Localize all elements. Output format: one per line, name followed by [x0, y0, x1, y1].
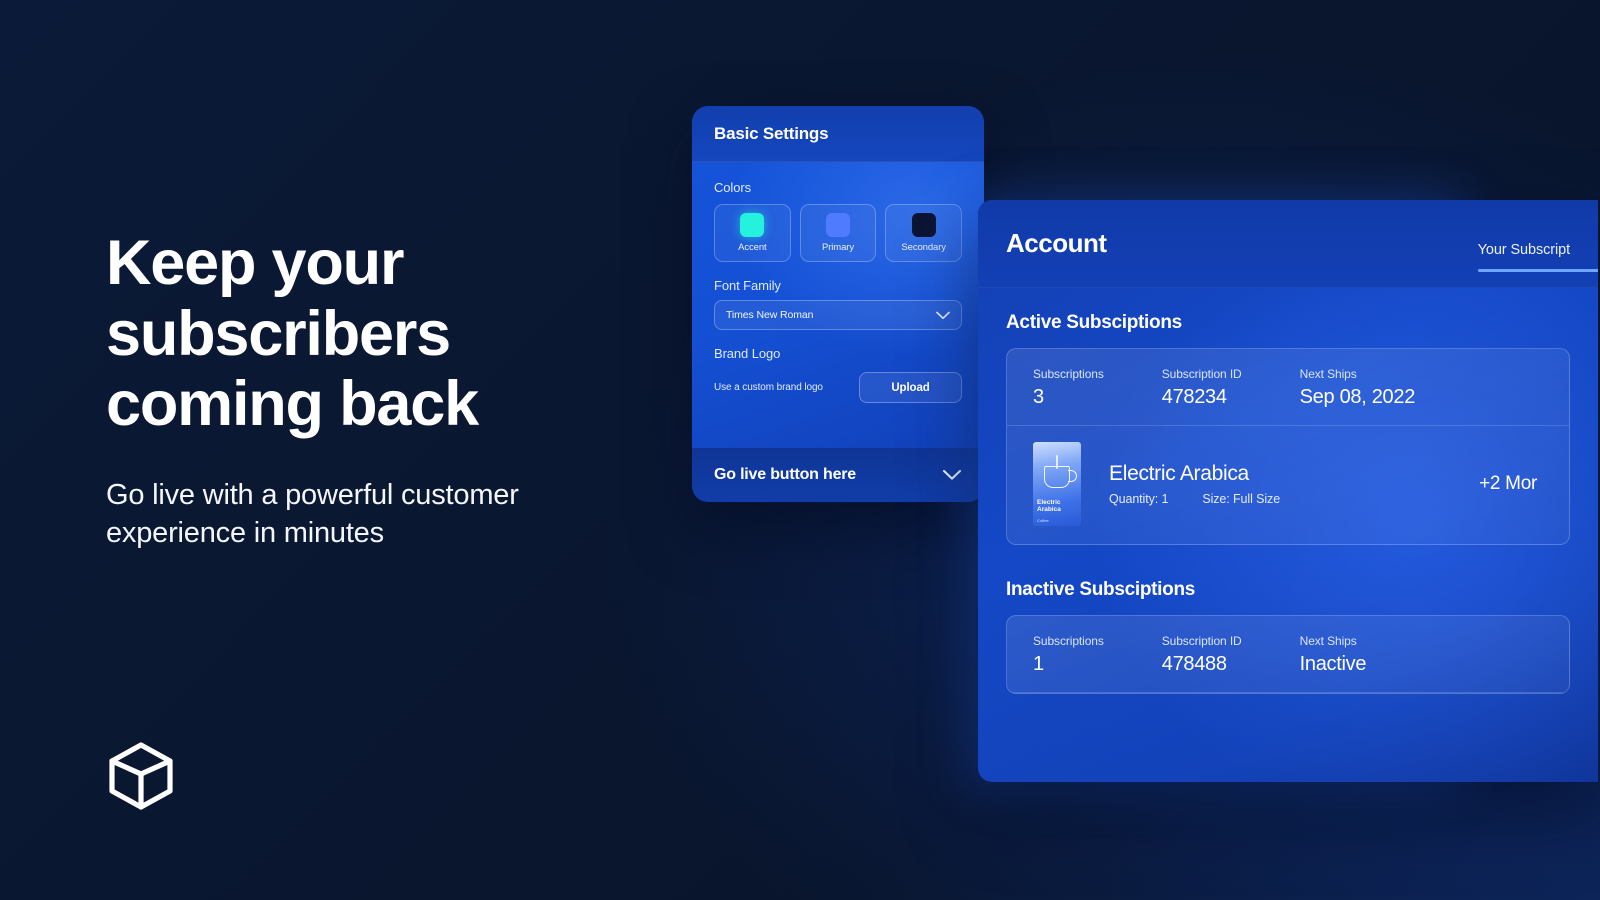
- headline-line-3: coming back: [106, 369, 479, 440]
- hero-copy: Keep your subscribers coming back Go liv…: [106, 228, 666, 553]
- font-family-select[interactable]: Times New Roman: [714, 300, 962, 330]
- product-thumbnail: Electric Arabica Coffee: [1033, 442, 1081, 526]
- brand-logo-hint: Use a custom brand logo: [714, 382, 823, 393]
- chevron-down-icon: [942, 469, 962, 481]
- meta-subscription-id-inactive: Subscription ID 478488: [1162, 634, 1242, 676]
- colors-section-label: Colors: [714, 180, 751, 195]
- meta-next-ships-inactive: Next Ships Inactive: [1300, 634, 1367, 676]
- inactive-subscriptions-heading: Inactive Subsciptions: [1006, 579, 1196, 600]
- go-live-accordion[interactable]: Go live button here: [692, 448, 984, 502]
- meta-subscription-id-inactive-label: Subscription ID: [1161, 634, 1242, 648]
- color-swatch-secondary[interactable]: Secondary: [885, 204, 963, 262]
- headline-line-2: subscribers: [106, 298, 451, 369]
- accent-color-chip: [740, 213, 765, 237]
- inactive-subscription-card[interactable]: Subscriptions 1 Subscription ID 478488 N…: [1006, 615, 1570, 694]
- product-size: Size: Full Size: [1202, 492, 1281, 506]
- active-subscriptions-heading: Active Subsciptions: [1006, 312, 1182, 333]
- account-tabs: Your Subscript: [1477, 200, 1598, 288]
- meta-subscription-id: Subscription ID 478234: [1162, 367, 1242, 409]
- account-title: Account: [1006, 228, 1107, 258]
- primary-color-chip: [826, 213, 850, 237]
- subscription-product-row: Electric Arabica Coffee Electric Arabica…: [1007, 426, 1569, 544]
- settings-panel-body: Colors Accent Primary Secondary Font Fam…: [692, 162, 984, 448]
- page-title: Keep your subscribers coming back: [106, 228, 666, 440]
- meta-subscription-id-inactive-value: 478488: [1161, 653, 1227, 675]
- upload-button[interactable]: Upload: [859, 372, 962, 403]
- settings-panel-header: Basic Settings: [692, 106, 984, 162]
- meta-next-ships: Next Ships Sep 08, 2022: [1299, 367, 1416, 409]
- cube-box-icon: [105, 740, 177, 812]
- product-attributes: Quantity: 1 Size: Full Size: [1109, 492, 1479, 506]
- meta-subscriptions-inactive: Subscriptions 1: [1033, 634, 1104, 676]
- brand-logo-label: Brand Logo: [714, 346, 781, 361]
- inactive-subscription-meta: Subscriptions 1 Subscription ID 478488 N…: [1007, 616, 1569, 693]
- more-items-link[interactable]: +2 Mor: [1479, 473, 1543, 495]
- product-thumbnail-sublabel: Coffee: [1037, 518, 1049, 523]
- color-swatch-primary[interactable]: Primary: [799, 204, 877, 262]
- active-subscription-meta: Subscriptions 3 Subscription ID 478234 N…: [1007, 349, 1569, 426]
- basic-settings-panel: Basic Settings Colors Accent Primary Sec…: [692, 106, 984, 502]
- primary-color-label: Primary: [821, 242, 855, 253]
- hero-subheadline: Go live with a powerful customer experie…: [106, 478, 519, 550]
- meta-subscriptions-value: 3: [1033, 386, 1044, 408]
- brand-logo-row: Use a custom brand logo Upload: [714, 372, 962, 403]
- account-panel: Account Your Subscript Active Subsciptio…: [978, 200, 1598, 782]
- font-family-value: Times New Roman: [726, 309, 814, 321]
- hero-banner: Keep your subscribers coming back Go liv…: [0, 0, 1600, 900]
- accent-color-label: Accent: [738, 242, 767, 253]
- product-info: Electric Arabica Quantity: 1 Size: Full …: [1109, 462, 1479, 506]
- secondary-color-chip: [911, 213, 936, 237]
- meta-next-ships-value: Sep 08, 2022: [1299, 386, 1416, 408]
- chevron-down-icon: [936, 311, 950, 320]
- meta-next-ships-inactive-value: Inactive: [1299, 653, 1367, 675]
- font-family-label: Font Family: [714, 278, 781, 293]
- account-panel-header: Account Your Subscript: [978, 200, 1598, 288]
- go-live-label: Go live button here: [714, 466, 856, 483]
- meta-subscriptions-inactive-value: 1: [1033, 653, 1044, 675]
- meta-subscription-id-label: Subscription ID: [1161, 367, 1242, 381]
- active-subscription-card[interactable]: Subscriptions 3 Subscription ID 478234 N…: [1006, 348, 1570, 545]
- meta-next-ships-inactive-label: Next Ships: [1299, 634, 1357, 648]
- product-thumbnail-label: Electric Arabica: [1037, 499, 1061, 514]
- meta-subscription-id-value: 478234: [1161, 386, 1227, 408]
- meta-subscriptions-label: Subscriptions: [1033, 367, 1104, 381]
- account-panel-body: Active Subsciptions Subscriptions 3 Subs…: [978, 288, 1598, 694]
- meta-subscriptions: Subscriptions 3: [1033, 367, 1104, 409]
- coffee-cup-icon: [1044, 466, 1077, 489]
- secondary-color-label: Secondary: [901, 242, 946, 253]
- color-swatch-accent[interactable]: Accent: [714, 204, 791, 262]
- product-quantity: Quantity: 1: [1109, 492, 1169, 506]
- meta-next-ships-label: Next Ships: [1299, 367, 1357, 381]
- tab-your-subscriptions[interactable]: Your Subscript: [1477, 242, 1598, 288]
- headline-line-1: Keep your: [106, 228, 404, 298]
- meta-subscriptions-inactive-label: Subscriptions: [1033, 634, 1104, 648]
- settings-panel-title: Basic Settings: [714, 123, 829, 143]
- color-swatch-group: Accent Primary Secondary: [714, 204, 963, 262]
- product-name: Electric Arabica: [1109, 462, 1249, 485]
